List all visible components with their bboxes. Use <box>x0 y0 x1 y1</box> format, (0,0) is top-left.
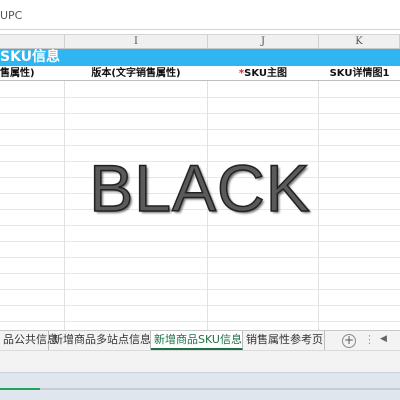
sku-detail-image-header[interactable]: SKU详情图1 <box>319 66 400 81</box>
column-header-row: I J K <box>0 34 400 49</box>
column-header-j[interactable]: J <box>208 35 319 49</box>
grid-row-line <box>0 129 400 130</box>
grid-row-line <box>0 289 400 290</box>
grid-row-line <box>0 273 400 274</box>
tab-multi-site-info[interactable]: 新增商品多站点信息 <box>49 331 151 350</box>
sales-attribute-header[interactable]: 售属性) <box>0 66 64 81</box>
sheet-tab-bar: 品公共信息 新增商品多站点信息 新增商品SKU信息 销售属性参考页 + ⋮ ◀ <box>0 330 400 350</box>
grid-row-line <box>0 241 400 242</box>
status-bar <box>0 350 400 372</box>
column-header-h[interactable] <box>0 35 65 49</box>
tab-sku-info[interactable]: 新增商品SKU信息 <box>151 331 243 350</box>
grid-row-line <box>0 145 400 146</box>
grid-row-line <box>0 321 400 322</box>
sku-main-image-header[interactable]: *SKU主图 <box>208 66 318 81</box>
grid-row-line <box>0 97 400 98</box>
tab-product-common-info[interactable]: 品公共信息 <box>0 331 58 350</box>
plus-circle-icon[interactable]: + <box>342 334 356 348</box>
triangle-left-icon[interactable]: ◀ <box>380 334 387 344</box>
grid-row-line <box>0 113 400 114</box>
version-attribute-header[interactable]: 版本(文字销售属性) <box>65 66 207 81</box>
taskbar <box>0 372 400 400</box>
column-header-k[interactable]: K <box>319 35 400 49</box>
column-header-i[interactable]: I <box>65 35 208 49</box>
grid-row-line <box>0 257 400 258</box>
more-tabs-icon[interactable]: ⋮ <box>364 333 375 346</box>
tab-sales-attribute-reference[interactable]: 销售属性参考页 <box>243 331 325 350</box>
progress-fill <box>0 388 40 390</box>
grid-row-line <box>0 305 400 306</box>
formula-bar-text[interactable]: UPC <box>0 9 22 22</box>
sku-main-image-label: SKU主图 <box>244 68 288 79</box>
black-watermark-text: BLACK <box>89 150 311 226</box>
sku-section-title: SKU信息 <box>0 49 61 65</box>
sku-section-banner[interactable]: SKU信息 <box>0 49 400 66</box>
attribute-header-row: 售属性) 版本(文字销售属性) *SKU主图 SKU详情图1 <box>0 66 400 81</box>
formula-bar[interactable]: UPC <box>0 0 400 30</box>
progress-track <box>0 388 400 390</box>
